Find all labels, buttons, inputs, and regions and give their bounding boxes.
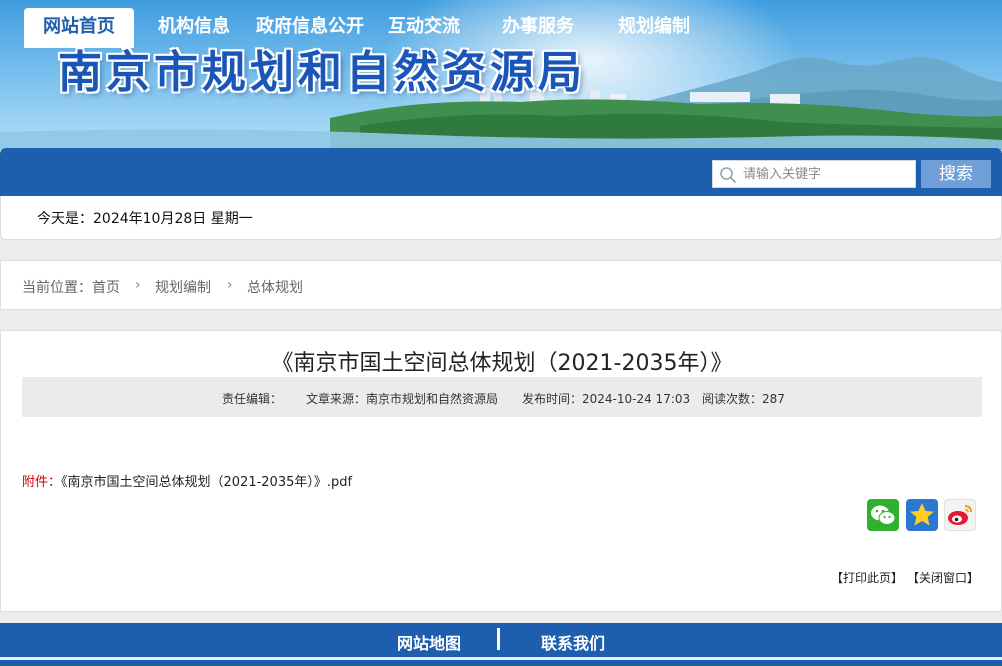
wechat-icon[interactable]: [867, 499, 899, 531]
nav-item-planning[interactable]: 规划编制: [610, 8, 698, 48]
date-strip: 今天是：2024年10月28日 星期一: [0, 196, 1002, 240]
breadcrumb-separator: ›: [135, 277, 141, 293]
meta-published: 发布时间：2024-10-24 17:03: [522, 392, 691, 406]
meta-source: 文章来源：南京市规划和自然资源局: [306, 392, 499, 406]
search-box: [712, 160, 916, 188]
footer-divider: [497, 628, 500, 650]
breadcrumb-item-home[interactable]: 首页: [92, 277, 120, 297]
nav-item-interaction[interactable]: 互动交流: [380, 8, 468, 48]
attachment-label: 附件：: [22, 475, 62, 490]
print-link[interactable]: 【打印此页】: [831, 569, 903, 586]
attachment-link[interactable]: 《南京市国土空间总体规划（2021-2035年）》.pdf: [61, 475, 352, 490]
search-button[interactable]: 搜索: [921, 160, 991, 188]
nav-item-gov-info[interactable]: 政府信息公开: [252, 8, 368, 48]
weibo-icon[interactable]: [944, 499, 976, 531]
article-title: 《南京市国土空间总体规划（2021-2035年）》: [271, 351, 733, 376]
breadcrumb-prefix: 当前位置：: [22, 280, 92, 296]
breadcrumb-separator: ›: [227, 277, 233, 293]
article-meta: 责任编辑： 文章来源：南京市规划和自然资源局 发布时间：2024-10-24 1…: [22, 377, 982, 417]
footer-bar: 网站地图 联系我们: [0, 623, 1002, 657]
attachment: 附件：《南京市国土空间总体规划（2021-2035年）》.pdf: [22, 471, 352, 490]
footer-link-contact[interactable]: 联系我们: [541, 630, 605, 654]
footer-strip: [0, 660, 1002, 666]
nav-item-services[interactable]: 办事服务: [494, 8, 582, 48]
search-icon: [720, 167, 736, 183]
nav-item-home[interactable]: 网站首页: [24, 8, 134, 48]
search-input[interactable]: [743, 164, 913, 184]
nav-item-institution[interactable]: 机构信息: [148, 8, 240, 48]
current-date: 今天是：2024年10月28日 星期一: [37, 211, 253, 227]
breadcrumb: 当前位置： 首页 › 规划编制 › 总体规划: [0, 260, 1002, 310]
breadcrumb-item-master-plan[interactable]: 总体规划: [247, 277, 303, 297]
meta-editor: 责任编辑：: [222, 392, 283, 406]
breadcrumb-item-planning[interactable]: 规划编制: [155, 277, 211, 297]
meta-views: 阅读次数：287: [702, 392, 785, 406]
qzone-icon[interactable]: [906, 499, 938, 531]
article: 《南京市国土空间总体规划（2021-2035年）》 责任编辑： 文章来源：南京市…: [0, 330, 1002, 612]
close-window-link[interactable]: 【关闭窗口】: [907, 569, 979, 586]
footer-link-sitemap[interactable]: 网站地图: [397, 630, 461, 654]
